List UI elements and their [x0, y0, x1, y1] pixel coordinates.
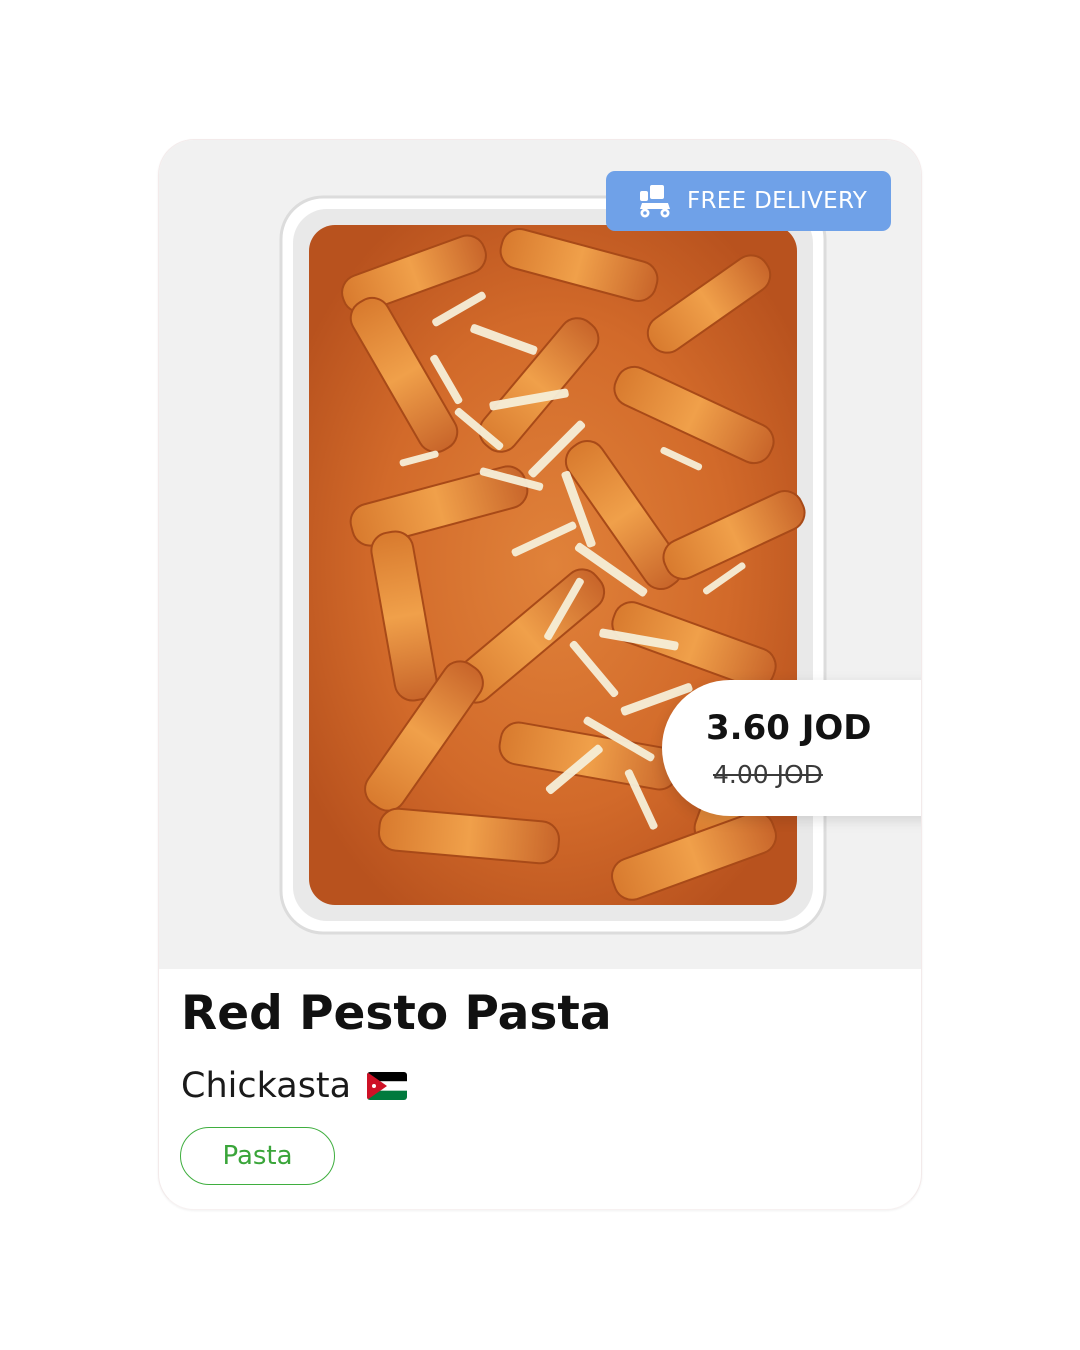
product-title[interactable]: Red Pesto Pasta [181, 986, 612, 1041]
delivery-scooter-icon [640, 185, 670, 218]
jordan-flag-icon [367, 1072, 408, 1100]
price-original: 4.00 JOD [713, 760, 823, 789]
restaurant-row[interactable]: Chickasta [181, 1066, 408, 1106]
free-delivery-badge: FREE DELIVERY [606, 171, 891, 231]
pasta-dish-image [279, 195, 827, 935]
product-image-area[interactable]: FREE DELIVERY 3.60 JOD 4.00 JOD [159, 140, 921, 969]
category-tag-pasta[interactable]: Pasta [180, 1127, 335, 1185]
restaurant-name[interactable]: Chickasta [181, 1066, 351, 1106]
price-pill: 3.60 JOD 4.00 JOD [662, 680, 921, 816]
price-current: 3.60 JOD [706, 708, 872, 748]
free-delivery-label: FREE DELIVERY [687, 188, 868, 214]
product-card[interactable]: FREE DELIVERY 3.60 JOD 4.00 JOD Red Pest… [158, 139, 922, 1210]
